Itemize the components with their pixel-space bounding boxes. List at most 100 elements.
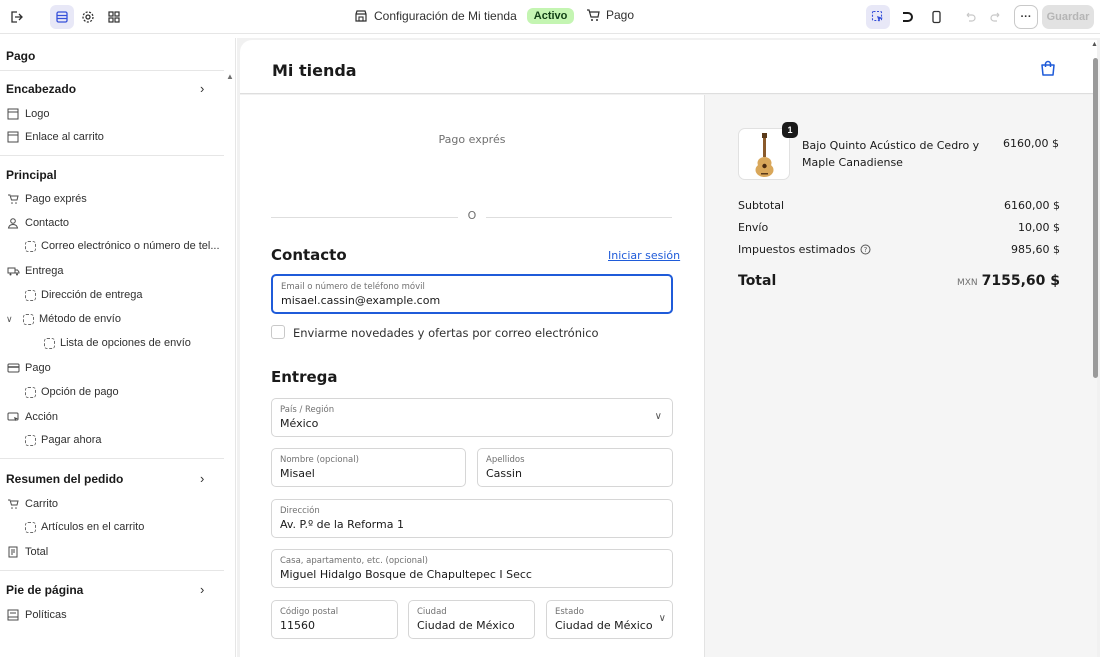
sidebar-item-cart[interactable]: Carrito	[6, 497, 58, 511]
exit-icon[interactable]	[4, 5, 28, 29]
chevron-down-icon[interactable]: ∨	[6, 314, 18, 325]
express-cart-icon	[6, 192, 20, 206]
shopping-bag-icon[interactable]	[1040, 60, 1056, 77]
sidebar-item-label: Método de envío	[39, 313, 121, 325]
settings-icon[interactable]	[76, 5, 100, 29]
scroll-up-icon[interactable]: ▲	[226, 72, 234, 81]
block-icon	[44, 337, 55, 349]
country-select[interactable]: País / Región México ∨	[271, 398, 673, 437]
sidebar-item-label: Pagar ahora	[41, 434, 102, 446]
state-select[interactable]: Estado Ciudad de México ∨	[546, 600, 673, 639]
country-value: México	[280, 417, 319, 430]
apps-icon[interactable]	[102, 5, 126, 29]
sidebar-item-policies[interactable]: Políticas	[6, 608, 67, 622]
taxes-label-group: Impuestos estimados ?	[738, 243, 871, 256]
sidebar-item-shipping-options[interactable]: Lista de opciones de envío	[44, 337, 191, 349]
template-selector[interactable]: Pago	[586, 8, 634, 22]
sidebar-item-payment[interactable]: Pago	[6, 361, 51, 375]
login-link[interactable]: Iniciar sesión	[608, 249, 680, 262]
sidebar-item-label: Logo	[25, 108, 50, 120]
sidebar-item-pay-now[interactable]: Pagar ahora	[25, 434, 102, 446]
top-bar: Configuración de Mi tienda Activo Pago ·…	[0, 0, 1100, 34]
svg-text:?: ?	[864, 246, 868, 254]
store-icon	[355, 10, 367, 22]
sidebar-item-express[interactable]: Pago exprés	[6, 192, 87, 206]
newsletter-checkbox[interactable]	[271, 325, 285, 339]
sidebar-group-header: Principal	[6, 168, 57, 182]
credit-card-icon	[6, 361, 20, 375]
store-title-text: Configuración de Mi tienda	[374, 9, 517, 23]
save-button[interactable]: Guardar	[1042, 5, 1094, 29]
shipping-value: 10,00 $	[1018, 221, 1060, 234]
sidebar-item-logo[interactable]: Logo	[6, 107, 49, 121]
shipping-row: Envío 10,00 $	[738, 221, 1060, 234]
postal-code-value: 11560	[280, 619, 315, 632]
last-name-field[interactable]: Apellidos Cassin	[477, 448, 673, 487]
sidebar-divider	[0, 570, 224, 571]
taxes-value: 985,60 $	[1011, 243, 1060, 256]
apartment-label: Casa, apartamento, etc. (opcional)	[280, 556, 428, 566]
total-row: Total MXN 7155,60 $	[738, 273, 1060, 289]
sidebar-group-header[interactable]: Resumen del pedido	[6, 472, 123, 486]
apartment-field[interactable]: Casa, apartamento, etc. (opcional) Migue…	[271, 549, 673, 588]
sidebar-divider	[0, 70, 224, 71]
sidebar-item-label: Correo electrónico o número de tel...	[41, 240, 220, 252]
inspector-icon[interactable]	[866, 5, 890, 29]
mobile-preview-icon[interactable]	[924, 5, 948, 29]
postal-code-label: Código postal	[280, 607, 339, 617]
undo-icon[interactable]	[958, 5, 982, 29]
sidebar-item-delivery-address[interactable]: Dirección de entrega	[25, 289, 143, 301]
sidebar-item-label: Pago exprés	[25, 193, 87, 205]
email-field-label: Email o número de teléfono móvil	[281, 282, 425, 292]
delivery-heading: Entrega	[271, 368, 338, 386]
person-icon	[6, 216, 20, 230]
sidebar-item-label: Opción de pago	[41, 386, 119, 398]
postal-code-field[interactable]: Código postal 11560	[271, 600, 398, 639]
sidebar-item-action[interactable]: Acción	[6, 410, 58, 424]
sidebar-item-cart-items[interactable]: Artículos en el carrito	[25, 521, 144, 533]
more-actions-button[interactable]: ···	[1014, 5, 1038, 29]
sidebar-group-header[interactable]: Encabezado	[6, 82, 76, 96]
sidebar-item-shipping-method[interactable]: ∨ Método de envío	[6, 313, 121, 325]
help-icon[interactable]: ?	[860, 244, 871, 255]
chevron-right-icon[interactable]: ›	[200, 471, 204, 486]
store-title[interactable]: Configuración de Mi tienda Activo	[354, 8, 575, 24]
draft-status-icon[interactable]	[895, 5, 919, 29]
cart-icon	[6, 497, 20, 511]
redo-icon[interactable]	[984, 5, 1008, 29]
express-checkout: Pago exprés	[438, 133, 506, 146]
newsletter-label: Enviarme novedades y ofertas por correo …	[293, 326, 599, 340]
apartment-value: Miguel Hidalgo Bosque de Chapultepec I S…	[280, 568, 532, 581]
address-label: Dirección	[280, 506, 320, 516]
scroll-up-icon[interactable]: ▲	[1091, 41, 1098, 48]
block-icon	[25, 386, 36, 398]
address-field[interactable]: Dirección Av. P.º de la Reforma 1	[271, 499, 673, 538]
sections-icon[interactable]	[50, 5, 74, 29]
sidebar-item-label: Lista de opciones de envío	[60, 337, 191, 349]
product-name: Bajo Quinto Acústico de Cedro y Maple Ca…	[802, 139, 980, 169]
first-name-field[interactable]: Nombre (opcional) Misael	[271, 448, 466, 487]
sidebar-item-contact[interactable]: Contacto	[6, 216, 69, 230]
store-name[interactable]: Mi tienda	[272, 61, 357, 80]
sidebar-item-email[interactable]: Correo electrónico o número de tel...	[25, 240, 220, 252]
truck-icon	[6, 264, 20, 278]
sidebar-item-cart-link[interactable]: Enlace al carrito	[6, 130, 104, 144]
sidebar-item-total[interactable]: Total	[6, 545, 48, 559]
chevron-right-icon[interactable]: ›	[200, 582, 204, 597]
taxes-row: Impuestos estimados ? 985,60 $	[738, 243, 1060, 256]
city-field[interactable]: Ciudad Ciudad de México	[408, 600, 535, 639]
sidebar-item-delivery[interactable]: Entrega	[6, 264, 64, 278]
sidebar-divider	[0, 458, 224, 459]
subtotal-row: Subtotal 6160,00 $	[738, 199, 1060, 212]
sidebar-group-header[interactable]: Pie de página	[6, 583, 83, 597]
chevron-right-icon[interactable]: ›	[200, 81, 204, 96]
sidebar-item-payment-option[interactable]: Opción de pago	[25, 386, 119, 398]
subtotal-label: Subtotal	[738, 199, 785, 212]
section-icon	[6, 107, 20, 121]
status-badge: Activo	[526, 8, 575, 24]
block-icon	[25, 289, 36, 301]
preview-scrollbar[interactable]	[1093, 58, 1098, 378]
email-field[interactable]: Email o número de teléfono móvil misael.…	[271, 274, 673, 314]
total-value: 7155,60 $	[981, 273, 1060, 289]
chevron-down-icon: ∨	[654, 411, 662, 422]
